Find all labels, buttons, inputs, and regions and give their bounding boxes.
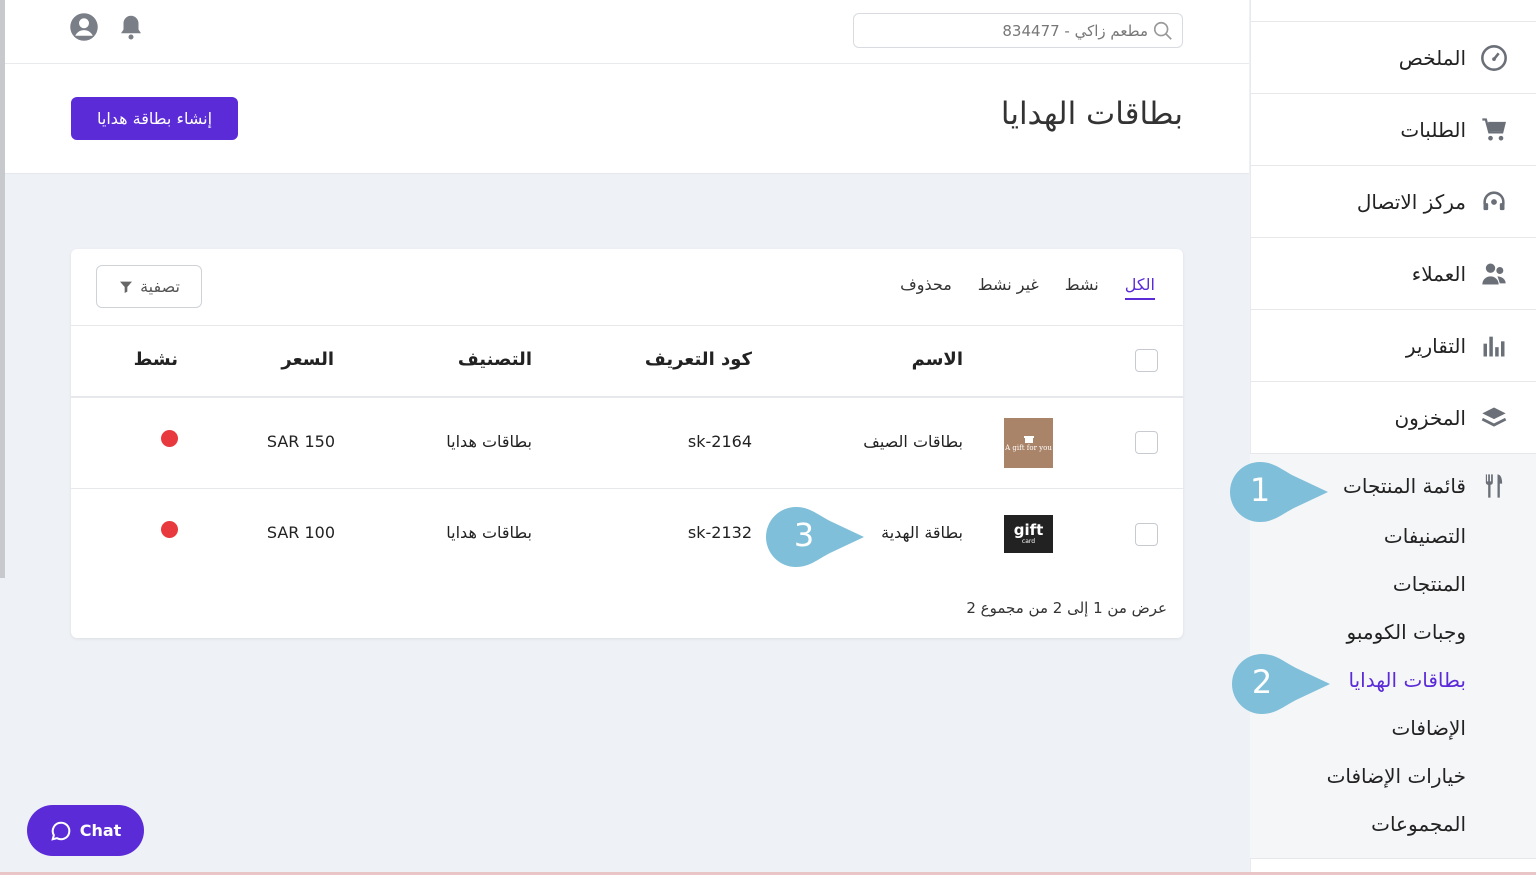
- inactive-status-dot[interactable]: [161, 521, 178, 538]
- column-header-name: الاسم: [911, 349, 963, 370]
- divider: [71, 396, 1183, 398]
- search-box[interactable]: [853, 13, 1183, 48]
- cell-code: sk-2164: [687, 432, 752, 451]
- pagination-summary: عرض من 1 إلى 2 من مجموع 2: [966, 599, 1167, 617]
- page-title: بطاقات الهدايا: [1000, 96, 1183, 132]
- column-header-code: كود التعريف: [644, 349, 752, 370]
- chat-bubble-icon: [51, 821, 70, 841]
- select-all-checkbox[interactable]: [1135, 349, 1158, 372]
- sidebar-subitem-addon-options[interactable]: خيارات الإضافات: [1327, 764, 1466, 788]
- sidebar-item-label: المخزون: [1394, 405, 1466, 430]
- sidebar-item-label: مركز الاتصال: [1356, 189, 1466, 214]
- sidebar-subitem-products[interactable]: المنتجات: [1393, 572, 1466, 596]
- users-icon: [1482, 263, 1506, 284]
- sidebar-item-call-center[interactable]: مركز الاتصال: [1250, 166, 1536, 238]
- row-checkbox[interactable]: [1135, 431, 1158, 454]
- thumbnail-subtext: card: [1021, 538, 1036, 545]
- divider: [71, 488, 1183, 489]
- gift-cards-table-card: الكل نشط غير نشط محذوف تصفية الاسم كود ا…: [71, 249, 1183, 638]
- layers-icon: [1481, 407, 1507, 427]
- column-header-price: السعر: [281, 349, 334, 370]
- sidebar-subitem-combo-meals[interactable]: وجبات الكومبو: [1347, 620, 1466, 644]
- callout-marker-3: 3: [766, 507, 864, 567]
- filter-funnel-icon: [120, 281, 133, 293]
- sidebar-subitem-gift-cards[interactable]: بطاقات الهدايا: [1349, 668, 1467, 692]
- sidebar-item-label: العملاء: [1411, 261, 1466, 286]
- tab-inactive[interactable]: غير نشط: [978, 275, 1039, 300]
- tab-deleted[interactable]: محذوف: [900, 275, 952, 300]
- sidebar-item-label: قائمة المنتجات: [1343, 474, 1466, 498]
- sidebar-item-label: الطلبات: [1400, 117, 1466, 142]
- sidebar-item-summary[interactable]: الملخص: [1250, 22, 1536, 94]
- thumbnail-text: gift: [1013, 521, 1044, 539]
- callout-marker-2: 2: [1232, 654, 1330, 714]
- bell-icon[interactable]: [116, 12, 146, 42]
- column-header-active: نشط: [133, 349, 178, 370]
- divider: [71, 325, 1183, 326]
- sidebar-subitem-groups[interactable]: المجموعات: [1371, 812, 1466, 836]
- cell-name[interactable]: بطاقات الصيف: [863, 432, 963, 451]
- chat-label: Chat: [79, 821, 122, 840]
- sidebar-item-inventory[interactable]: المخزون: [1250, 382, 1536, 454]
- callout-number: 2: [1251, 663, 1273, 701]
- sidebar-item-reports[interactable]: التقارير: [1250, 310, 1536, 382]
- gift-card-thumbnail: A gift for you: [1004, 418, 1053, 468]
- cell-category: بطاقات هدايا: [446, 432, 532, 451]
- callout-number: 3: [793, 516, 815, 554]
- gift-box-icon: [1023, 436, 1034, 443]
- fork-knife-icon: [1485, 474, 1503, 498]
- inactive-status-dot[interactable]: [161, 430, 178, 447]
- callout-number: 1: [1249, 471, 1271, 509]
- filter-label: تصفية: [140, 277, 180, 296]
- bar-chart-icon: [1483, 336, 1505, 356]
- search-input[interactable]: [868, 21, 1148, 40]
- thumbnail-text: A gift for you: [1005, 444, 1052, 452]
- callout-marker-1: 1: [1230, 462, 1328, 522]
- chat-button[interactable]: Chat: [27, 805, 144, 856]
- sidebar: الملخص الطلبات مركز الاتصال العملاء التق…: [1250, 0, 1536, 875]
- sidebar-item-customers[interactable]: العملاء: [1250, 238, 1536, 310]
- sidebar-item-label: الملخص: [1398, 45, 1466, 70]
- status-tabs: الكل نشط غير نشط محذوف: [874, 275, 1155, 300]
- cell-price: SAR 150: [266, 432, 335, 451]
- headset-icon: [1483, 190, 1505, 210]
- sidebar-item-label: التقارير: [1405, 333, 1466, 358]
- row-checkbox[interactable]: [1135, 523, 1158, 546]
- sidebar-subitem-addons[interactable]: الإضافات: [1391, 716, 1466, 740]
- cell-name[interactable]: بطاقة الهدية: [881, 523, 963, 542]
- cell-price: SAR 100: [266, 523, 335, 542]
- cart-icon: [1482, 117, 1506, 140]
- sidebar-item-orders[interactable]: الطلبات: [1250, 94, 1536, 166]
- dashboard-gauge-icon: [1481, 44, 1507, 71]
- top-bar: [5, 0, 1249, 64]
- column-header-category: التصنيف: [457, 349, 532, 370]
- user-account-icon[interactable]: [69, 12, 99, 42]
- search-icon: [1153, 21, 1172, 40]
- cell-category: بطاقات هدايا: [446, 523, 532, 542]
- sidebar-subitem-categories[interactable]: التصنيفات: [1384, 524, 1466, 548]
- gift-card-thumbnail: gift card: [1004, 515, 1053, 553]
- tab-all[interactable]: الكل: [1124, 275, 1155, 300]
- tab-active[interactable]: نشط: [1065, 275, 1099, 300]
- create-gift-card-button[interactable]: إنشاء بطاقة هدايا: [71, 97, 238, 140]
- sidebar-item-product-menu[interactable]: قائمة المنتجات: [1343, 472, 1508, 500]
- filter-button[interactable]: تصفية: [96, 265, 202, 308]
- divider: [1251, 858, 1536, 859]
- cell-code: sk-2132: [687, 523, 752, 542]
- page-header: بطاقات الهدايا إنشاء بطاقة هدايا: [5, 64, 1249, 174]
